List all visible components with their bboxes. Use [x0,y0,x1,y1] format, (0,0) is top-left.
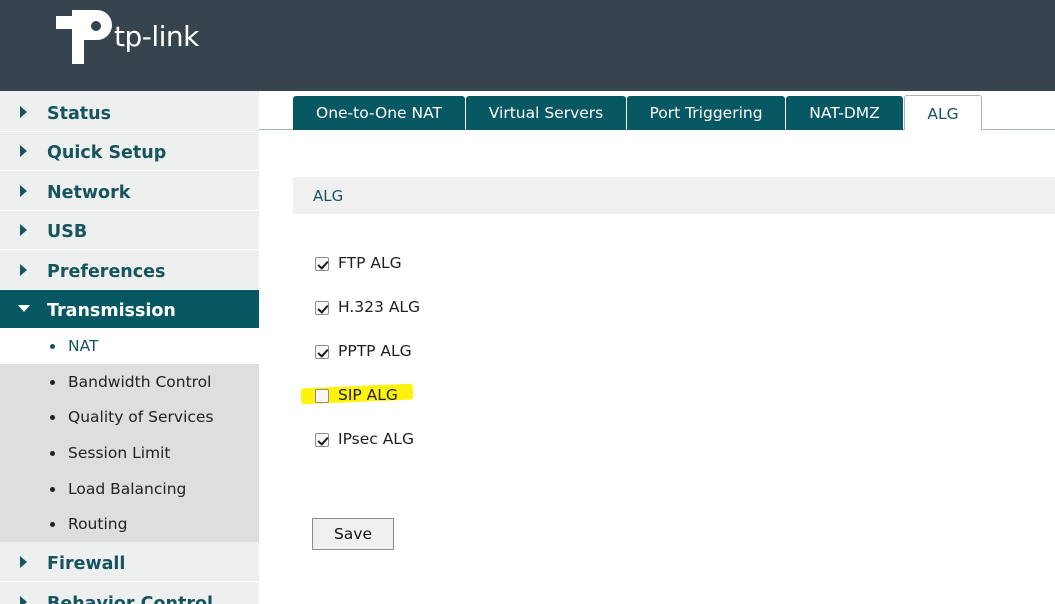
sidebar-item-label: Network [47,183,131,203]
sidebar-item-label: Transmission [47,301,176,321]
pptp-alg-label: PPTP ALG [338,342,412,360]
sidebar-subitem-label: NAT [68,337,99,355]
sidebar-item-usb[interactable]: USB [0,211,259,250]
sidebar-item-label: Quick Setup [47,143,167,163]
sidebar-subitem-label: Bandwidth Control [68,373,212,391]
bullet-icon [50,344,55,349]
chevron-right-icon [20,185,27,197]
tab-virtual-servers[interactable]: Virtual Servers [466,96,626,130]
ipsec-alg-checkbox[interactable] [315,433,329,447]
sidebar-subitem-nat[interactable]: NAT [0,329,259,364]
sidebar-subitem-load-balancing[interactable]: Load Balancing [0,472,259,507]
sidebar-subitem-label: Session Limit [68,444,171,462]
sidebar-subitem-quality-of-services[interactable]: Quality of Services [0,400,259,435]
sidebar-item-firewall[interactable]: Firewall [0,543,259,582]
chevron-right-icon [20,556,27,568]
chevron-right-icon [20,145,27,157]
sidebar-subitem-label: Load Balancing [68,480,187,498]
tab-alg[interactable]: ALG [904,95,982,130]
sip-alg-checkbox[interactable] [315,389,329,403]
ipsec-alg-label: IPsec ALG [338,430,414,448]
sidebar-item-label: Behavior Control [47,594,213,604]
sidebar-item-quick-setup[interactable]: Quick Setup [0,132,259,171]
ftp-alg-label: FTP ALG [338,254,402,272]
sidebar-subitem-label: Routing [68,515,128,533]
sidebar-subitem-label: Quality of Services [68,408,214,426]
tab-one-to-one-nat[interactable]: One-to-One NAT [293,96,465,130]
pptp-alg-checkbox[interactable] [315,345,329,359]
bullet-icon [50,522,55,527]
h323-alg-label: H.323 ALG [338,298,421,316]
sidebar-item-label: Firewall [47,554,126,574]
sidebar-item-label: Preferences [47,262,166,282]
bullet-icon [50,380,55,385]
ftp-alg-checkbox[interactable] [315,257,329,271]
top-header: tp-link [0,0,1055,91]
h323-alg-checkbox[interactable] [315,301,329,315]
sidebar-item-transmission[interactable]: Transmission [0,290,259,329]
bullet-icon [50,451,55,456]
section-title: ALG [313,187,344,205]
chevron-right-icon [20,224,27,236]
sidebar-item-label: USB [47,222,88,242]
save-button[interactable]: Save [312,518,394,550]
sidebar-item-label: Status [47,104,112,124]
tab-nat-dmz[interactable]: NAT-DMZ [786,96,903,130]
bullet-icon [50,415,55,420]
sidebar-item-behavior-control[interactable]: Behavior Control [0,583,259,604]
sidebar-item-preferences[interactable]: Preferences [0,251,259,290]
chevron-down-icon [18,305,30,312]
logo-text: tp-link [114,20,199,53]
section-header: ALG [293,177,1055,214]
sidebar: Status Quick Setup Network USB Preferenc… [0,91,259,604]
sidebar-subitem-session-limit[interactable]: Session Limit [0,436,259,471]
tab-port-triggering[interactable]: Port Triggering [627,96,785,130]
sip-alg-label: SIP ALG [338,386,398,404]
chevron-right-icon [20,596,27,604]
sidebar-item-network[interactable]: Network [0,172,259,211]
bullet-icon [50,487,55,492]
chevron-right-icon [20,264,27,276]
sidebar-subitem-bandwidth-control[interactable]: Bandwidth Control [0,365,259,400]
chevron-right-icon [20,106,27,118]
sidebar-item-status[interactable]: Status [0,93,259,132]
sidebar-subitem-routing[interactable]: Routing [0,507,259,542]
